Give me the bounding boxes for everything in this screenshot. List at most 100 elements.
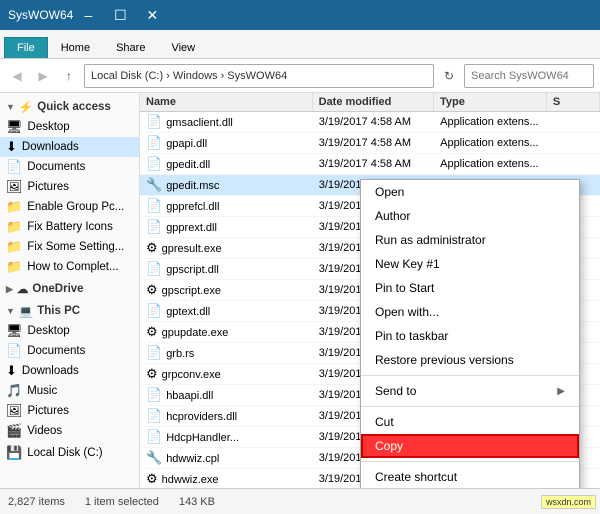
file-name-cell: ⚙gpresult.exe: [140, 238, 313, 258]
ctx-menu-item[interactable]: Send to▶: [361, 379, 579, 403]
sidebar-section-quick-access: ▼ ⚡ Quick access 🖥 Desktop ⬇ Downloads 📄…: [0, 97, 139, 277]
file-name-cell: 📄hbaapi.dll: [140, 385, 313, 405]
sidebar-item-desktop2[interactable]: 🖥 Desktop: [0, 321, 139, 341]
sidebar-item-music[interactable]: 🎵 Music: [0, 381, 139, 401]
search-input[interactable]: [464, 64, 594, 88]
sidebar-item-documents2[interactable]: 📄 Documents: [0, 341, 139, 361]
sidebar-group-onedrive[interactable]: ▶ ☁ OneDrive: [0, 279, 139, 299]
sidebar-group-thispc[interactable]: ▼ 💻 This PC: [0, 301, 139, 321]
file-size-cell: [547, 141, 600, 145]
ribbon-tabs: File Home Share View: [0, 30, 600, 58]
sidebar-item-label: Local Disk (C:): [27, 447, 102, 459]
sidebar-item-fixsetting[interactable]: 📁 Fix Some Setting...: [0, 237, 139, 257]
file-name-cell: 🔧hdwwiz.cpl: [140, 448, 313, 468]
ctx-menu-item[interactable]: Open with...: [361, 300, 579, 324]
table-row[interactable]: 📄gpapi.dll 3/19/2017 4:58 AM Application…: [140, 133, 600, 154]
col-header-type[interactable]: Type: [434, 93, 547, 111]
refresh-button[interactable]: ↻: [438, 65, 460, 87]
file-icon: ⚙: [146, 366, 158, 381]
col-header-date[interactable]: Date modified: [313, 93, 434, 111]
ctx-menu-item[interactable]: Author: [361, 204, 579, 228]
forward-button[interactable]: ▶: [32, 65, 54, 87]
address-bar: ◀ ▶ ↑ Local Disk (C:) › Windows › SysWOW…: [0, 59, 600, 93]
sidebar-group-quick-access[interactable]: ▼ ⚡ Quick access: [0, 97, 139, 117]
sidebar-item-howto[interactable]: 📁 How to Complet...: [0, 257, 139, 277]
file-icon: 📄: [146, 219, 162, 234]
ctx-item-label: Send to: [375, 384, 416, 398]
ribbon: File Home Share View: [0, 30, 600, 59]
breadcrumb-text: Local Disk (C:) › Windows › SysWOW64: [91, 70, 287, 82]
sidebar-item-enablegroup[interactable]: 📁 Enable Group Pc...: [0, 197, 139, 217]
maximize-button[interactable]: ☐: [105, 5, 135, 25]
sidebar-item-pictures[interactable]: 🖼 Pictures: [0, 177, 139, 197]
ctx-menu-item[interactable]: Restore previous versions: [361, 348, 579, 372]
tab-file[interactable]: File: [4, 37, 48, 58]
pictures-icon: 🖼: [6, 179, 23, 195]
table-row[interactable]: 📄gpedit.dll 3/19/2017 4:58 AM Applicatio…: [140, 154, 600, 175]
videos-icon: 🎬: [6, 423, 22, 439]
table-row[interactable]: 📄gmsaclient.dll 3/19/2017 4:58 AM Applic…: [140, 112, 600, 133]
file-icon: 📄: [146, 408, 162, 423]
back-button[interactable]: ◀: [6, 65, 28, 87]
sidebar-section-onedrive: ▶ ☁ OneDrive: [0, 279, 139, 299]
ctx-menu-item[interactable]: Create shortcut: [361, 465, 579, 488]
sidebar-item-downloads2[interactable]: ⬇ Downloads: [0, 361, 139, 381]
file-name-cell: ⚙gpupdate.exe: [140, 322, 313, 342]
sidebar-item-label: Pictures: [28, 405, 70, 417]
ctx-item-label: Restore previous versions: [375, 353, 514, 367]
file-size-cell: [547, 120, 600, 124]
sidebar-item-videos[interactable]: 🎬 Videos: [0, 421, 139, 441]
sidebar-item-label: Downloads: [22, 365, 79, 377]
file-icon: 📄: [146, 429, 162, 444]
ctx-menu-item[interactable]: Open: [361, 180, 579, 204]
sidebar-item-label: Fix Battery Icons: [27, 221, 113, 233]
sidebar-item-fixbattery[interactable]: 📁 Fix Battery Icons: [0, 217, 139, 237]
minimize-button[interactable]: –: [73, 5, 103, 25]
ctx-menu-item[interactable]: Pin to Start: [361, 276, 579, 300]
col-header-size[interactable]: S: [547, 93, 600, 111]
sidebar-item-label: Documents: [27, 345, 85, 357]
ctx-separator: [361, 406, 579, 407]
ctx-item-label: New Key #1: [375, 257, 440, 271]
sidebar-item-label: Fix Some Setting...: [27, 241, 124, 253]
sidebar-item-localdisk[interactable]: 💾 Local Disk (C:): [0, 443, 139, 463]
file-icon: 📄: [146, 114, 162, 129]
ctx-menu-item[interactable]: Pin to taskbar: [361, 324, 579, 348]
music-icon: 🎵: [6, 383, 22, 399]
tab-view[interactable]: View: [158, 37, 208, 58]
quick-access-icon: ⚡: [19, 100, 33, 114]
up-button[interactable]: ↑: [58, 65, 80, 87]
sidebar-item-downloads[interactable]: ⬇ Downloads: [0, 137, 139, 157]
ctx-item-label: Create shortcut: [375, 470, 457, 484]
sidebar-item-label: Pictures: [28, 181, 70, 193]
file-name-cell: 📄gpprefcl.dll: [140, 196, 313, 216]
documents-icon: 📄: [6, 159, 22, 175]
ctx-menu-item[interactable]: Run as administrator: [361, 228, 579, 252]
col-header-name[interactable]: Name: [140, 93, 313, 111]
sidebar-item-pictures2[interactable]: 🖼 Pictures: [0, 401, 139, 421]
title-bar-title: SysWOW64: [8, 8, 73, 22]
file-size-cell: [547, 162, 600, 166]
file-icon: ⚙: [146, 282, 158, 297]
breadcrumb: Local Disk (C:) › Windows › SysWOW64: [84, 64, 434, 88]
file-type-cell: Application extens...: [434, 114, 547, 130]
ctx-menu-item[interactable]: New Key #1: [361, 252, 579, 276]
sidebar-item-desktop[interactable]: 🖥 Desktop: [0, 117, 139, 137]
sidebar-item-label: Enable Group Pc...: [27, 201, 124, 213]
file-type-cell: Application extens...: [434, 135, 547, 151]
file-icon: ⚙: [146, 471, 158, 483]
status-count: 2,827 items: [8, 496, 65, 508]
sidebar-item-documents[interactable]: 📄 Documents: [0, 157, 139, 177]
tab-home[interactable]: Home: [48, 37, 103, 58]
file-list-container: Name Date modified Type S 📄gmsaclient.dl…: [140, 93, 600, 488]
ctx-menu-item[interactable]: Cut: [361, 410, 579, 434]
ctx-item-label: Open with...: [375, 305, 439, 319]
file-icon: 📄: [146, 261, 162, 276]
ctx-menu-item[interactable]: Copy: [361, 434, 579, 458]
tab-share[interactable]: Share: [103, 37, 158, 58]
file-date-cell: 3/19/2017 4:58 AM: [313, 135, 434, 151]
close-button[interactable]: ✕: [137, 5, 167, 25]
status-selected: 1 item selected: [85, 496, 159, 508]
onedrive-icon: ☁: [17, 282, 29, 296]
sidebar-item-label: Videos: [27, 425, 62, 437]
